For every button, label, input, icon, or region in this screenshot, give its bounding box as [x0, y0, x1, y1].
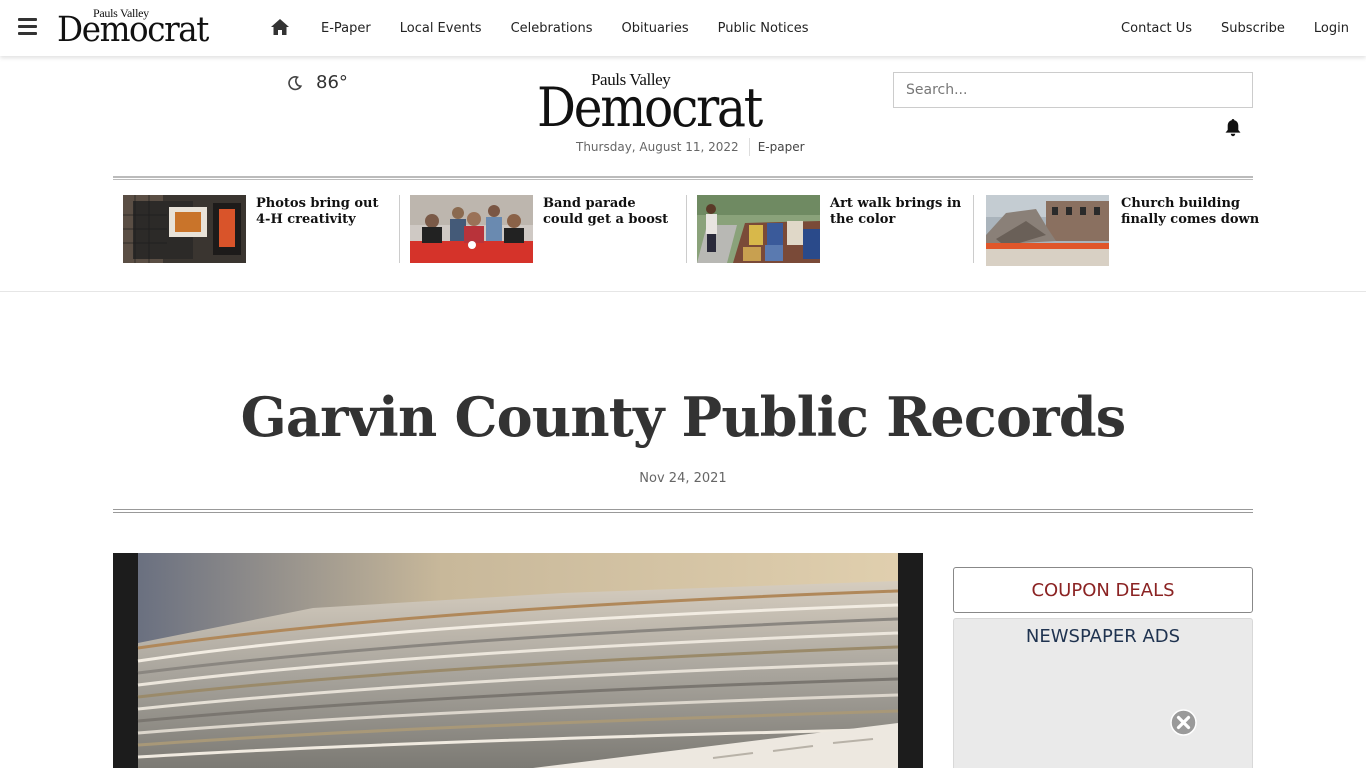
masthead-logo[interactable]: Pauls Valley Democrat: [537, 70, 832, 139]
nav-link-subscribe[interactable]: Subscribe: [1221, 21, 1285, 36]
newspaper-ads-label[interactable]: NEWSPAPER ADS: [954, 626, 1252, 647]
headline-thumbnail: [986, 195, 1109, 266]
nav-link-local-events[interactable]: Local Events: [400, 21, 482, 36]
epaper-link[interactable]: E-paper: [758, 140, 805, 154]
nav-link-obituaries[interactable]: Obituaries: [622, 21, 689, 36]
header-double-rule: [113, 176, 1253, 180]
weather-temperature: 86°: [316, 72, 348, 93]
site-logo-small[interactable]: Pauls Valley Democrat: [57, 6, 255, 50]
current-date: Thursday, August 11, 2022: [576, 140, 739, 154]
headline-title[interactable]: Church building finally comes down: [1121, 196, 1261, 267]
headline-title[interactable]: Band parade could get a boost: [543, 196, 678, 267]
search-input[interactable]: [893, 72, 1253, 108]
menu-icon[interactable]: [18, 18, 37, 36]
article-date: Nov 24, 2021: [639, 471, 727, 486]
header-bottom-border: [0, 291, 1366, 292]
article-title: Garvin County Public Records: [240, 385, 1127, 449]
logo-small-title: Democrat: [57, 10, 209, 50]
coupon-deals-button[interactable]: COUPON DEALS: [953, 567, 1253, 613]
newspaper-ads-widget: NEWSPAPER ADS: [953, 618, 1253, 768]
bell-icon[interactable]: [1224, 118, 1242, 137]
close-circle-icon[interactable]: [1170, 709, 1197, 736]
headline-thumbnail: [123, 195, 246, 263]
nav-link-login[interactable]: Login: [1314, 21, 1349, 36]
headline-title[interactable]: Photos bring out 4-H creativity: [256, 196, 391, 267]
nav-link-contact-us[interactable]: Contact Us: [1121, 21, 1192, 36]
main-nav-links: E-Paper Local Events Celebrations Obitua…: [321, 0, 838, 56]
coupon-deals-label: COUPON DEALS: [1031, 579, 1175, 601]
nav-link-epaper[interactable]: E-Paper: [321, 21, 371, 36]
headline-strip: Photos bring out 4-H creativity Band par…: [113, 195, 1266, 267]
nav-link-public-notices[interactable]: Public Notices: [718, 21, 809, 36]
headline-thumbnail: [410, 195, 533, 263]
article-double-rule: [113, 509, 1253, 513]
moon-icon: [288, 75, 303, 90]
headline-item[interactable]: Art walk brings in the color: [687, 195, 974, 267]
headline-title[interactable]: Art walk brings in the color: [830, 196, 965, 267]
headline-item[interactable]: Church building finally comes down: [974, 195, 1266, 267]
headline-item[interactable]: Photos bring out 4-H creativity: [113, 195, 400, 267]
home-icon[interactable]: [270, 18, 290, 36]
article-photo[interactable]: [113, 553, 923, 768]
account-nav-links: Contact Us Subscribe Login: [1092, 0, 1349, 56]
masthead-title: Democrat: [537, 76, 763, 139]
top-nav-bar: Pauls Valley Democrat E-Paper Local Even…: [0, 0, 1366, 56]
stacked-papers-image: [137, 553, 899, 768]
dateline: Thursday, August 11, 2022 E-paper: [576, 138, 805, 156]
headline-item[interactable]: Band parade could get a boost: [400, 195, 687, 267]
headline-thumbnail: [697, 195, 820, 263]
dateline-divider: [748, 138, 750, 156]
weather-widget[interactable]: 86°: [287, 72, 348, 93]
nav-link-celebrations[interactable]: Celebrations: [511, 21, 593, 36]
